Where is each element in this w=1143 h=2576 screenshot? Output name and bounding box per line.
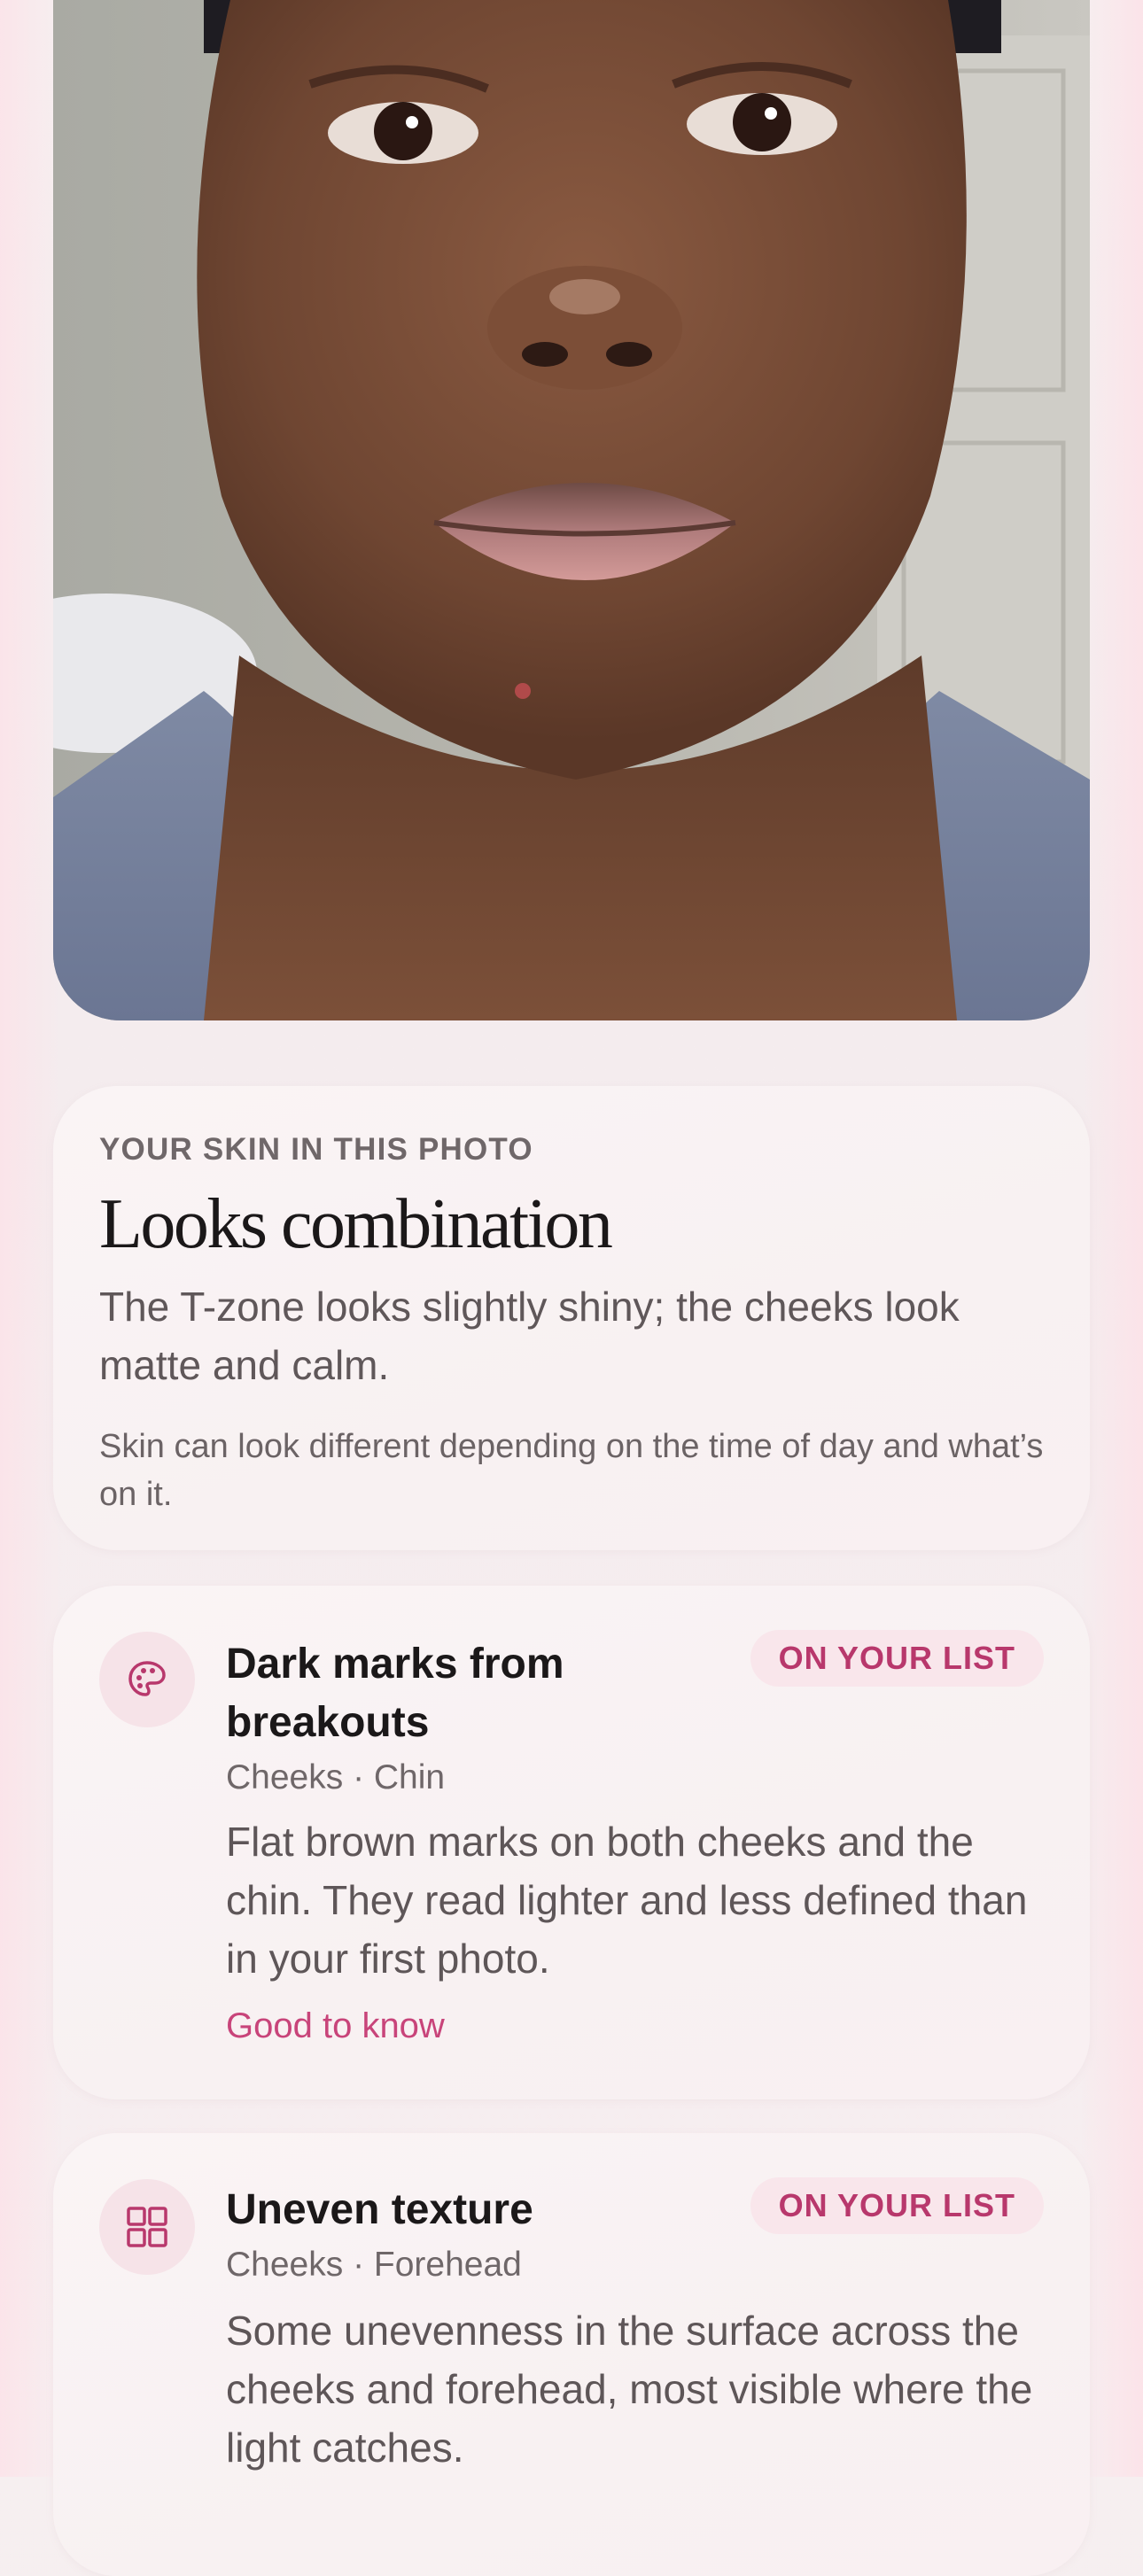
- palette-icon-glyph: [128, 1661, 166, 1696]
- edge-glow-right: [1081, 0, 1143, 2477]
- summary-body: The T-zone looks slightly shiny; the che…: [99, 1284, 960, 1388]
- finding-description: Some unevenness in the surface across th…: [226, 2308, 1033, 2471]
- skin-summary-card: YOUR SKIN IN THIS PHOTO Looks combinatio…: [53, 1086, 1090, 1550]
- on-your-list-badge: ON YOUR LIST: [750, 1630, 1044, 1687]
- summary-note: Skin can look different depending on the…: [99, 1428, 1044, 1513]
- palette-icon: [99, 1632, 195, 1727]
- finding-card-dark-marks[interactable]: Dark marks from breakouts ON YOUR LIST C…: [53, 1586, 1090, 2099]
- finding-description: Flat brown marks on both cheeks and the …: [226, 1819, 1028, 1982]
- face-photo-illustration: [53, 0, 1090, 1020]
- finding-areas: Cheeks · Chin: [226, 1758, 446, 1796]
- finding-card-uneven-texture[interactable]: Uneven texture ON YOUR LIST Cheeks · For…: [53, 2133, 1090, 2576]
- face-photo: [53, 0, 1090, 1020]
- summary-headline: Looks combination: [99, 1185, 613, 1263]
- finding-title: Uneven texture: [226, 2186, 533, 2233]
- good-to-know-link[interactable]: Good to know: [226, 2004, 445, 2048]
- summary-eyebrow: YOUR SKIN IN THIS PHOTO: [99, 1132, 533, 1167]
- finding-areas: Cheeks · Forehead: [226, 2246, 522, 2284]
- finding-title: Dark marks from breakouts: [226, 1641, 564, 1746]
- grid-icon: [99, 2179, 195, 2275]
- on-your-list-badge: ON YOUR LIST: [750, 2177, 1044, 2234]
- grid-icon-glyph: [127, 2207, 167, 2247]
